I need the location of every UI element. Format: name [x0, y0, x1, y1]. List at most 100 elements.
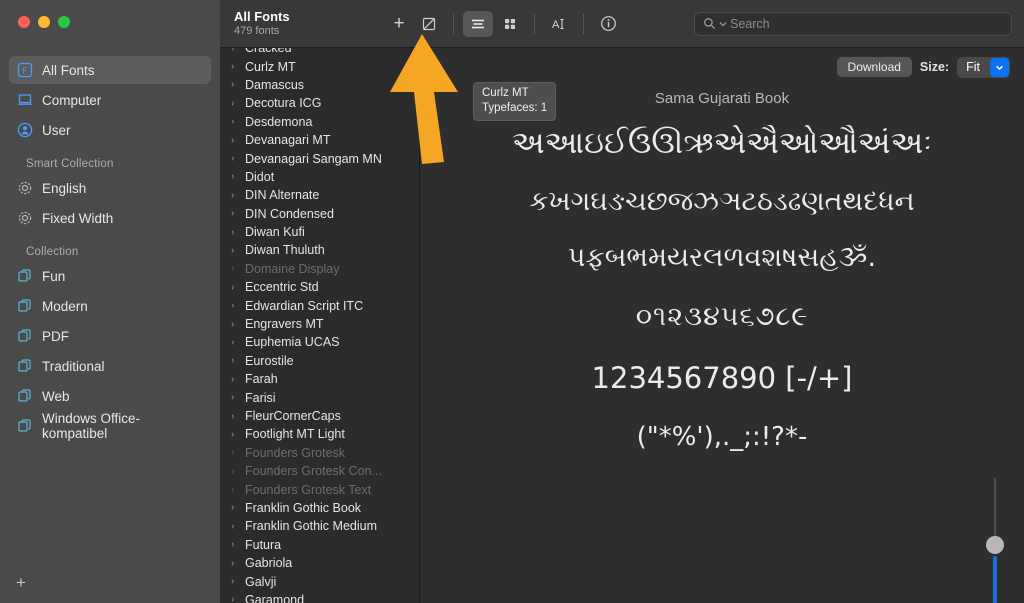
grid-view-icon[interactable]: [495, 11, 525, 37]
font-list-row[interactable]: › Engravers MT: [220, 315, 419, 333]
sample-view-icon[interactable]: [463, 11, 493, 37]
slider-knob[interactable]: [986, 536, 1004, 554]
font-list-row[interactable]: ›Franklin Gothic Medium: [220, 517, 419, 535]
chevron-right-icon[interactable]: ›: [231, 98, 238, 109]
font-list-row[interactable]: ›Domaine Display: [220, 260, 419, 278]
chevron-right-icon[interactable]: ›: [231, 447, 238, 458]
font-family-name: Franklin Gothic Book: [245, 501, 361, 515]
sidebar-item-fixed-width[interactable]: Fixed Width: [9, 204, 211, 232]
font-list-row[interactable]: › Franklin Gothic Book: [220, 499, 419, 517]
chevron-right-icon[interactable]: ›: [231, 411, 238, 422]
chevron-right-icon[interactable]: ›: [231, 61, 238, 72]
sidebar-item-all-fonts[interactable]: F All Fonts: [9, 56, 211, 84]
sidebar-item-traditional[interactable]: Traditional: [9, 352, 211, 380]
disable-font-icon[interactable]: [414, 11, 444, 37]
search-field[interactable]: Search: [694, 12, 1012, 36]
chevron-right-icon[interactable]: ›: [231, 116, 238, 127]
chevron-right-icon[interactable]: ›: [231, 337, 238, 348]
add-collection-button[interactable]: +: [10, 573, 32, 595]
size-select[interactable]: Fit: [957, 57, 1010, 78]
sidebar-item-computer[interactable]: Computer: [9, 86, 211, 114]
font-list-row[interactable]: ›Farah: [220, 370, 419, 388]
sidebar-item-english[interactable]: English: [9, 174, 211, 202]
font-preview-panel: Download Size: Fit Sama Gujarati Book અઆ…: [420, 48, 1024, 603]
font-list-row[interactable]: ›Founders Grotesk Text: [220, 480, 419, 498]
maximize-button[interactable]: [58, 16, 70, 28]
font-list-row[interactable]: ›Futura: [220, 536, 419, 554]
font-list-row[interactable]: ›Founders Grotesk: [220, 444, 419, 462]
font-list-row[interactable]: ›Gabriola: [220, 554, 419, 572]
font-list-row[interactable]: ›Didot: [220, 168, 419, 186]
font-list-row[interactable]: ›Damascus: [220, 76, 419, 94]
chevron-right-icon[interactable]: ›: [231, 539, 238, 550]
custom-text-icon[interactable]: A: [544, 11, 574, 37]
chevron-right-icon[interactable]: ›: [231, 79, 238, 90]
chevron-right-icon[interactable]: ›: [231, 171, 238, 182]
font-list-row[interactable]: ›DIN Condensed: [220, 205, 419, 223]
font-list[interactable]: ›Cracked›Curlz MT›Damascus›Decotura ICG›…: [220, 48, 420, 603]
font-list-row[interactable]: ›Eccentric Std: [220, 278, 419, 296]
chevron-right-icon[interactable]: ›: [231, 502, 238, 513]
chevron-right-icon[interactable]: ›: [231, 300, 238, 311]
font-list-row[interactable]: ›Farisi: [220, 388, 419, 406]
font-list-row[interactable]: ›Eurostile: [220, 352, 419, 370]
font-list-row[interactable]: ›Galvji: [220, 572, 419, 590]
sidebar-item-fun[interactable]: Fun: [9, 262, 211, 290]
chevron-right-icon[interactable]: ›: [231, 153, 238, 164]
chevron-right-icon[interactable]: ›: [231, 282, 238, 293]
font-list-row[interactable]: ›Footlight MT Light: [220, 425, 419, 443]
chevron-down-icon[interactable]: [719, 20, 727, 28]
sidebar-item-modern[interactable]: Modern: [9, 292, 211, 320]
sidebar-item-pdf[interactable]: PDF: [9, 322, 211, 350]
font-list-row[interactable]: ›DIN Alternate: [220, 186, 419, 204]
size-slider[interactable]: [988, 478, 1002, 603]
chevron-right-icon[interactable]: ›: [231, 208, 238, 219]
font-list-row[interactable]: ›Founders Grotesk Con...: [220, 462, 419, 480]
chevron-right-icon[interactable]: ›: [231, 521, 238, 532]
chevron-right-icon[interactable]: ›: [231, 227, 238, 238]
sidebar-item-user[interactable]: User: [9, 116, 211, 144]
font-list-row[interactable]: ›Devanagari Sangam MN: [220, 149, 419, 167]
font-list-row[interactable]: › Decotura ICG: [220, 94, 419, 112]
font-family-name: Decotura ICG: [245, 96, 321, 110]
slider-track-lower: [993, 556, 997, 603]
chevron-right-icon[interactable]: ›: [231, 594, 238, 603]
download-button[interactable]: Download: [837, 57, 912, 77]
close-button[interactable]: [18, 16, 30, 28]
chevron-right-icon[interactable]: ›: [231, 466, 238, 477]
font-book-icon: F: [17, 62, 33, 78]
sidebar-item-web[interactable]: Web: [9, 382, 211, 410]
info-icon[interactable]: [593, 11, 623, 37]
font-list-row[interactable]: ›Diwan Kufi: [220, 223, 419, 241]
add-font-button[interactable]: +: [384, 11, 414, 37]
font-list-row[interactable]: ›Cracked: [220, 48, 419, 57]
collection-icon: [17, 268, 33, 284]
chevron-right-icon[interactable]: ›: [231, 48, 238, 54]
chevron-right-icon[interactable]: ›: [231, 190, 238, 201]
chevron-right-icon[interactable]: ›: [231, 558, 238, 569]
font-list-row[interactable]: ›Diwan Thuluth: [220, 241, 419, 259]
sidebar-item-windows-office-kompatibel[interactable]: Windows Office-kompatibel: [9, 412, 211, 440]
chevron-right-icon[interactable]: ›: [231, 263, 238, 274]
font-list-row[interactable]: ›FleurCornerCaps: [220, 407, 419, 425]
sidebar-item-label: Fixed Width: [42, 211, 113, 226]
chevron-right-icon[interactable]: ›: [231, 355, 238, 366]
chevron-right-icon[interactable]: ›: [231, 245, 238, 256]
chevron-right-icon[interactable]: ›: [231, 319, 238, 330]
chevron-right-icon[interactable]: ›: [231, 135, 238, 146]
font-list-row[interactable]: ›Euphemia UCAS: [220, 333, 419, 351]
minimize-button[interactable]: [38, 16, 50, 28]
chevron-right-icon[interactable]: ›: [231, 392, 238, 403]
chevron-right-icon[interactable]: ›: [231, 429, 238, 440]
font-list-row[interactable]: ›Desdemona: [220, 113, 419, 131]
chevron-right-icon[interactable]: ›: [231, 484, 238, 495]
font-list-row[interactable]: ›Edwardian Script ITC: [220, 296, 419, 314]
font-list-row[interactable]: ›Devanagari MT: [220, 131, 419, 149]
search-input[interactable]: Search: [730, 17, 770, 31]
chevron-right-icon[interactable]: ›: [231, 576, 238, 587]
font-family-name: Engravers MT: [245, 317, 324, 331]
font-list-row[interactable]: ›Curlz MT: [220, 57, 419, 75]
font-list-row[interactable]: ›Garamond: [220, 591, 419, 603]
chevron-right-icon[interactable]: ›: [231, 374, 238, 385]
chevron-down-icon[interactable]: [990, 58, 1009, 77]
